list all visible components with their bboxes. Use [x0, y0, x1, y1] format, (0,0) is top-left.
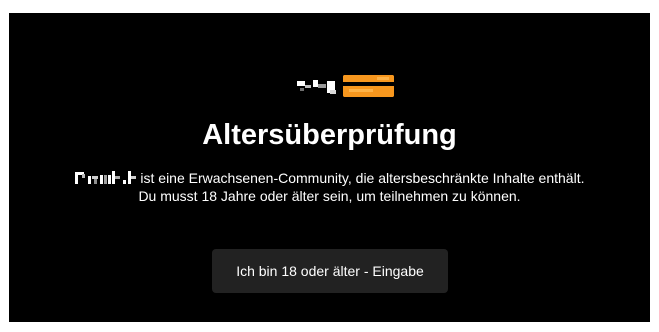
- logo-mark-pixelated-icon: [297, 80, 336, 94]
- brand-name-pixelated-icon: [74, 171, 136, 184]
- description-line-2: Du musst 18 Jahre oder älter sein, um te…: [138, 188, 521, 204]
- age-notice-text: ist eine Erwachsenen-Community, die alte…: [9, 169, 650, 205]
- age-verification-dialog: Altersüberprüfung ist eine Erwachsenen-C…: [9, 13, 650, 322]
- page-title: Altersüberprüfung: [202, 119, 457, 151]
- logo-mark-box-icon: [343, 75, 394, 97]
- site-logo: [297, 75, 394, 97]
- enter-age-confirm-button[interactable]: Ich bin 18 oder älter - Eingabe: [212, 249, 448, 293]
- description-line-1: ist eine Erwachsenen-Community, die alte…: [140, 170, 585, 186]
